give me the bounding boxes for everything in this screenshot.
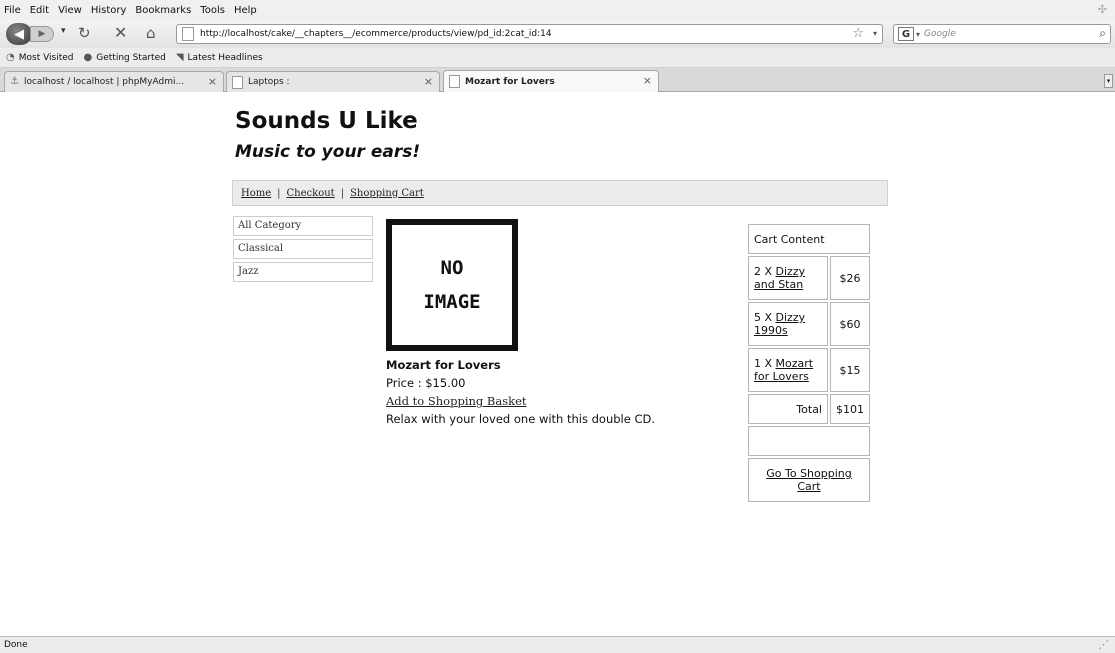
tab-strip: ⚓ localhost / localhost | phpMyAdmi... ×…	[0, 68, 1115, 92]
cart-item-qty: 1 X	[754, 357, 773, 370]
cart-empty-cell	[748, 426, 870, 456]
stop-icon[interactable]: ✕	[114, 23, 127, 42]
firefox-icon: ●	[83, 52, 93, 63]
home-icon[interactable]: ⌂	[146, 24, 156, 42]
go-to-shopping-cart-link[interactable]: Go To Shopping Cart	[766, 467, 852, 493]
product-description: Relax with your loved one with this doub…	[386, 412, 656, 426]
cart-item-amount: $26	[830, 256, 870, 300]
cart-row: 5 X Dizzy 1990s $60	[748, 302, 870, 346]
cart-item-qty: 2 X	[754, 265, 773, 278]
cart-item-qty: 5 X	[754, 311, 773, 324]
cart-item-amount: $60	[830, 302, 870, 346]
status-bar: Done ⋰	[0, 636, 1115, 653]
status-text: Done	[4, 640, 28, 650]
phpmyadmin-icon: ⚓	[10, 75, 19, 87]
back-arrow-icon: ◀	[14, 26, 24, 42]
tab-mozart-for-lovers[interactable]: Mozart for Lovers ×	[443, 70, 659, 92]
forward-button[interactable]: ▶	[30, 26, 54, 42]
close-icon[interactable]: ×	[208, 75, 217, 88]
category-jazz[interactable]: Jazz	[233, 262, 373, 282]
navigation-toolbar: ◀ ▶ ▾ ↻ ✕ ⌂ http://localhost/cake/__chap…	[0, 20, 1115, 48]
bookmark-most-visited[interactable]: ◔ Most Visited	[6, 52, 74, 63]
menu-file[interactable]: File	[4, 5, 21, 16]
clock-icon: ◔	[6, 52, 15, 63]
bookmark-label: Latest Headlines	[187, 52, 263, 63]
search-bar[interactable]: G ▾ Google ⌕	[893, 24, 1111, 44]
cart-total-amount: $101	[830, 394, 870, 424]
product-details: Mozart for Lovers Price : $15.00 Add to …	[386, 356, 655, 428]
cart-item-amount: $15	[830, 348, 870, 392]
site-title: Sounds U Like	[235, 108, 418, 134]
menu-bar: File Edit View History Bookmarks Tools H…	[0, 0, 1115, 20]
category-all[interactable]: All Category	[233, 216, 373, 236]
product-image-placeholder: NO IMAGE	[386, 219, 518, 351]
product-price: Price : $15.00	[386, 376, 466, 390]
top-navigation: Home | Checkout | Shopping Cart	[232, 180, 888, 206]
menu-tools[interactable]: Tools	[200, 5, 225, 16]
tab-label: Mozart for Lovers	[465, 76, 555, 87]
cart-row: 2 X Dizzy and Stan $26	[748, 256, 870, 300]
page-icon	[232, 75, 243, 89]
throbber-icon: ✣	[1097, 3, 1107, 16]
page-icon	[182, 27, 194, 41]
reload-icon[interactable]: ↻	[78, 24, 91, 42]
cart-item: 2 X Dizzy and Stan	[748, 256, 828, 300]
cart-total-label: Total	[748, 394, 828, 424]
search-input[interactable]: Google	[924, 29, 956, 39]
nav-separator: |	[277, 187, 281, 199]
no-image-text-line2: IMAGE	[423, 291, 481, 313]
search-engine-dropdown-icon[interactable]: ▾	[916, 30, 920, 39]
cart-item: 1 X Mozart for Lovers	[748, 348, 828, 392]
back-button[interactable]: ◀	[6, 23, 32, 45]
add-to-basket-link[interactable]: Add to Shopping Basket	[386, 392, 655, 410]
chevron-down-icon: ▾	[1106, 77, 1111, 85]
bookmark-latest-headlines[interactable]: ◥ Latest Headlines	[176, 52, 263, 63]
url-text[interactable]: http://localhost/cake/__chapters__/ecomm…	[200, 29, 552, 39]
close-icon[interactable]: ×	[643, 74, 652, 87]
no-image-text-line1: NO	[440, 257, 464, 279]
menu-edit[interactable]: Edit	[30, 5, 49, 16]
tab-laptops[interactable]: Laptops : ×	[226, 71, 440, 92]
product-name: Mozart for Lovers	[386, 358, 501, 372]
url-bar[interactable]: http://localhost/cake/__chapters__/ecomm…	[176, 24, 883, 44]
tab-label: localhost / localhost | phpMyAdmi...	[23, 77, 185, 87]
menu-view[interactable]: View	[58, 5, 82, 16]
rss-icon: ◥	[175, 52, 184, 63]
cart-summary: Cart Content 2 X Dizzy and Stan $26 5 X …	[746, 222, 872, 504]
url-dropdown-icon[interactable]: ▾	[873, 29, 877, 38]
nav-shopping-cart-link[interactable]: Shopping Cart	[350, 188, 424, 199]
tab-phpmyadmin[interactable]: ⚓ localhost / localhost | phpMyAdmi... ×	[4, 71, 224, 92]
bookmark-star-icon[interactable]: ☆	[852, 26, 864, 41]
site-tagline: Music to your ears!	[235, 142, 421, 162]
page-icon	[449, 75, 460, 88]
go-to-cart-cell: Go To Shopping Cart	[748, 458, 870, 502]
menu-help[interactable]: Help	[234, 5, 257, 16]
cart-header: Cart Content	[748, 224, 870, 254]
search-icon[interactable]: ⌕	[1099, 26, 1106, 41]
resize-grip-icon[interactable]: ⋰	[1098, 638, 1109, 651]
bookmark-getting-started[interactable]: ● Getting Started	[84, 52, 166, 63]
bookmarks-toolbar: ◔ Most Visited ● Getting Started ◥ Latest H…	[0, 48, 1115, 68]
category-classical[interactable]: Classical	[233, 239, 373, 259]
menu-bookmarks[interactable]: Bookmarks	[135, 5, 191, 16]
google-icon[interactable]: G	[898, 27, 914, 41]
close-icon[interactable]: ×	[424, 75, 433, 88]
menu-history[interactable]: History	[91, 5, 127, 16]
bookmark-label: Getting Started	[96, 52, 166, 63]
cart-item: 5 X Dizzy 1990s	[748, 302, 828, 346]
category-list: All Category Classical Jazz	[233, 216, 373, 285]
cart-row: 1 X Mozart for Lovers $15	[748, 348, 870, 392]
tab-list-button[interactable]: ▾	[1104, 74, 1113, 88]
nav-separator: |	[340, 187, 345, 199]
bookmark-label: Most Visited	[18, 52, 74, 63]
nav-home-link[interactable]: Home	[241, 188, 271, 199]
history-dropdown-icon[interactable]: ▾	[61, 26, 66, 36]
nav-checkout-link[interactable]: Checkout	[287, 188, 335, 199]
tab-label: Laptops :	[248, 77, 290, 87]
forward-arrow-icon: ▶	[38, 29, 46, 39]
